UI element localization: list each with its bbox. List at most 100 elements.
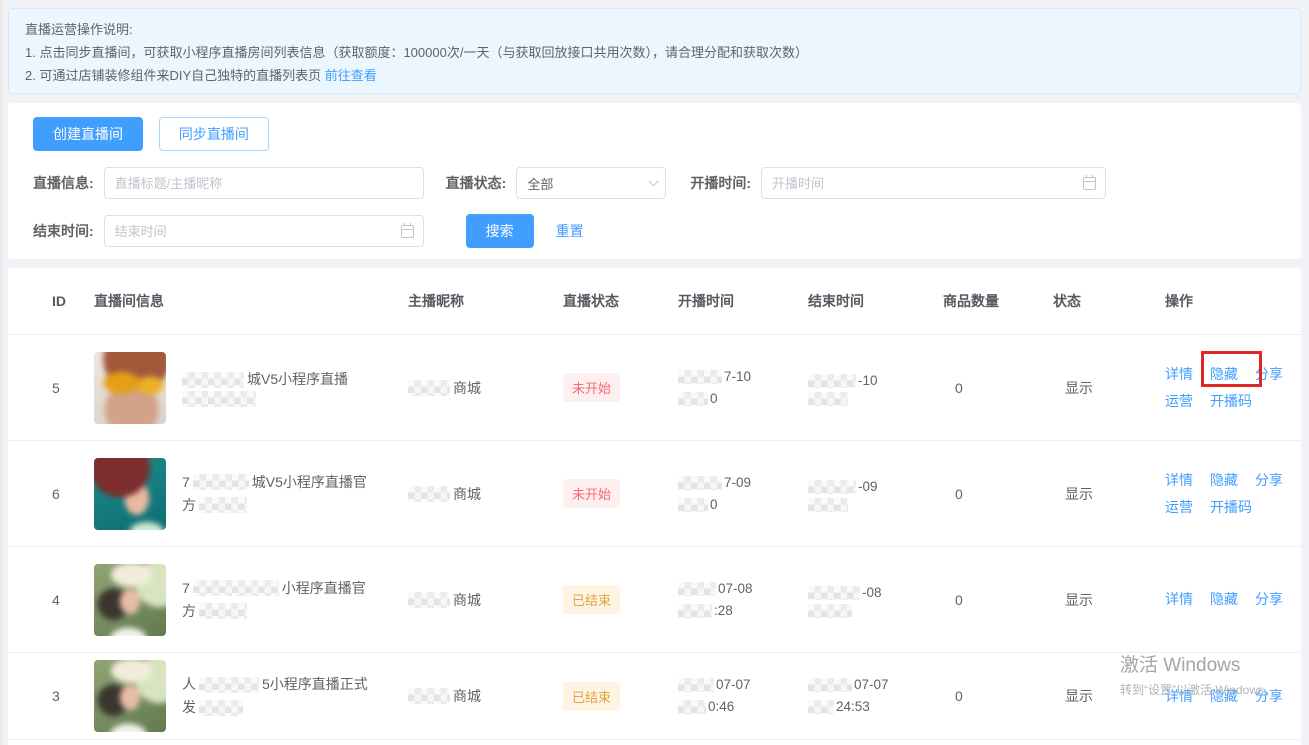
header-id: ID (38, 293, 94, 309)
mosaic-blur (808, 374, 856, 388)
header-state: 状态 (1053, 291, 1153, 311)
start-time-label: 开播时间: (690, 173, 751, 193)
live-status-cell: 未开始 (563, 373, 678, 402)
mosaic-blur (678, 370, 722, 384)
product-qty: 0 (943, 592, 1053, 608)
room-info-cell: 7小程序直播官 方 (94, 564, 408, 636)
live-status-cell: 已结束 (563, 585, 678, 614)
mosaic-blur (199, 603, 247, 619)
mosaic-blur (182, 391, 256, 407)
mosaic-blur (808, 498, 848, 512)
row-id: 6 (38, 486, 94, 502)
sync-live-room-button[interactable]: 同步直播间 (159, 117, 269, 151)
filter-row-1: 直播信息: 直播状态: 全部 开播时间: (33, 167, 1276, 199)
table-row: 4 7小程序直播官 方 商城 已结束 07-08 :28 -08 0 显示 详情 (8, 546, 1301, 652)
room-title: 7城V5小程序直播官 方 (182, 471, 367, 517)
table-row: 6 7城V5小程序直播官 方 商城 未开始 7-09 0 -09 0 显示 详情 (8, 440, 1301, 546)
calendar-icon[interactable] (1083, 177, 1096, 190)
live-status-selected-value: 全部 (517, 174, 563, 193)
row-id: 4 (38, 592, 94, 608)
go-view-link[interactable]: 前往查看 (325, 68, 377, 83)
status-badge: 已结束 (563, 682, 620, 711)
share-link[interactable]: 分享 (1255, 361, 1283, 388)
hide-link[interactable]: 隐藏 (1210, 467, 1238, 494)
end-time-cell: -09 (808, 476, 943, 512)
mosaic-blur (408, 486, 450, 502)
anchor-nickname: 商城 (408, 686, 563, 706)
actions-cell: 详情 隐藏 分享 (1153, 683, 1301, 710)
toolbar: 创建直播间 同步直播间 (33, 117, 1276, 151)
table-header: ID 直播间信息 主播昵称 直播状态 开播时间 结束时间 商品数量 状态 操作 (8, 268, 1301, 334)
room-title: 城V5小程序直播 (182, 368, 348, 407)
header-product-qty: 商品数量 (943, 291, 1053, 311)
live-status-select[interactable]: 全部 (516, 167, 666, 199)
end-time-cell: -10 (808, 370, 943, 406)
mosaic-blur (678, 392, 708, 406)
operate-link[interactable]: 运营 (1165, 388, 1193, 415)
share-link[interactable]: 分享 (1255, 586, 1283, 613)
mosaic-blur (193, 474, 249, 490)
notice-title: 直播运营操作说明: (25, 18, 1284, 41)
anchor-nickname: 商城 (408, 378, 563, 398)
live-info-field-wrap (104, 167, 424, 199)
search-button[interactable]: 搜索 (466, 214, 534, 248)
operate-link[interactable]: 运营 (1165, 494, 1193, 521)
detail-link[interactable]: 详情 (1165, 586, 1193, 613)
stream-code-link[interactable]: 开播码 (1210, 388, 1252, 415)
header-anchor-nickname: 主播昵称 (408, 291, 563, 311)
state-value: 显示 (1053, 378, 1153, 398)
mosaic-blur (678, 498, 708, 512)
live-info-label: 直播信息: (33, 173, 94, 193)
room-title: 7小程序直播官 方 (182, 577, 366, 623)
reset-button[interactable]: 重置 (556, 221, 584, 241)
state-value: 显示 (1053, 484, 1153, 504)
start-time-cell: 7-10 0 (678, 366, 808, 410)
chevron-down-icon (649, 176, 659, 186)
end-time-input[interactable] (105, 216, 423, 246)
actions-cell: 详情 隐藏 分享 运营 开播码 (1153, 361, 1301, 415)
mosaic-blur (408, 688, 450, 704)
detail-link[interactable]: 详情 (1165, 361, 1193, 388)
start-time-cell: 7-09 0 (678, 472, 808, 516)
operation-notice: 直播运营操作说明: 1. 点击同步直播间，可获取小程序直播房间列表信息（获取额度… (8, 8, 1301, 94)
header-start-time: 开播时间 (678, 291, 808, 311)
live-status-label: 直播状态: (446, 173, 507, 193)
mosaic-blur (199, 700, 243, 716)
anchor-nickname: 商城 (408, 484, 563, 504)
end-time-cell: -08 (808, 582, 943, 618)
live-info-input[interactable] (105, 168, 423, 198)
share-link[interactable]: 分享 (1255, 467, 1283, 494)
start-time-field-wrap (761, 167, 1106, 199)
notice-line-1: 1. 点击同步直播间，可获取小程序直播房间列表信息（获取额度：100000次/一… (25, 41, 1284, 64)
start-time-cell: 07-08 :28 (678, 578, 808, 622)
mosaic-blur (408, 380, 450, 396)
status-badge: 未开始 (563, 373, 620, 402)
hide-link[interactable]: 隐藏 (1210, 586, 1238, 613)
room-info-cell: 7城V5小程序直播官 方 (94, 458, 408, 530)
calendar-icon[interactable] (401, 225, 414, 238)
stream-code-link[interactable]: 开播码 (1210, 494, 1252, 521)
hide-link[interactable]: 隐藏 (1210, 683, 1238, 710)
live-room-table: ID 直播间信息 主播昵称 直播状态 开播时间 结束时间 商品数量 状态 操作 … (8, 268, 1301, 745)
header-end-time: 结束时间 (808, 291, 943, 311)
start-time-input[interactable] (762, 168, 1105, 198)
notice-line-2: 2. 可通过店铺装修组件来DIY自己独特的直播列表页 前往查看 (25, 64, 1284, 87)
mosaic-blur (808, 604, 852, 618)
share-link[interactable]: 分享 (1255, 683, 1283, 710)
mosaic-blur (678, 678, 714, 692)
hide-link[interactable]: 隐藏 (1210, 366, 1238, 382)
create-live-room-button[interactable]: 创建直播间 (33, 117, 143, 151)
mosaic-blur (193, 580, 279, 596)
mosaic-blur (808, 480, 856, 494)
header-actions: 操作 (1153, 291, 1301, 311)
row-id: 5 (38, 380, 94, 396)
mosaic-blur (199, 497, 247, 513)
filter-panel: 创建直播间 同步直播间 直播信息: 直播状态: 全部 开播时间: 结束时间: 搜… (8, 103, 1301, 259)
live-room-thumbnail (94, 660, 166, 732)
mosaic-blur (808, 392, 848, 406)
product-qty: 0 (943, 688, 1053, 704)
detail-link[interactable]: 详情 (1165, 467, 1193, 494)
detail-link[interactable]: 详情 (1165, 683, 1193, 710)
anchor-nickname: 商城 (408, 590, 563, 610)
mosaic-blur (182, 372, 244, 388)
